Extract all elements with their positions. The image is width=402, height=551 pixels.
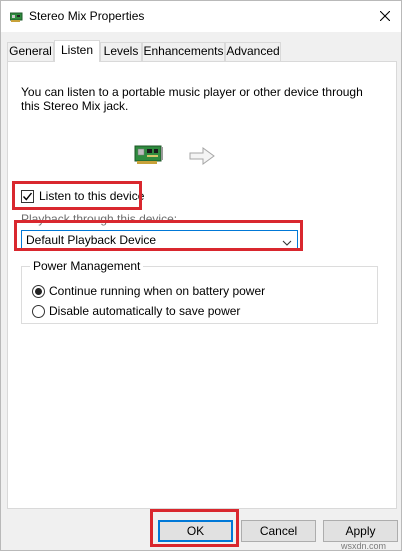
ok-button[interactable]: OK	[158, 520, 233, 542]
arrow-right-icon	[188, 146, 216, 166]
playback-device-select[interactable]: Default Playback Device	[21, 230, 298, 250]
listen-checkbox-label: Listen to this device	[39, 189, 145, 203]
tab-general[interactable]: General	[7, 42, 54, 61]
radio-button[interactable]	[32, 284, 45, 298]
sound-card-icon	[9, 11, 23, 22]
properties-dialog: Stereo Mix Properties General Listen Lev…	[0, 0, 402, 551]
tab-enhancements[interactable]: Enhancements	[142, 42, 225, 61]
watermark: wsxdn.com	[341, 541, 387, 551]
title-bar: Stereo Mix Properties	[1, 1, 401, 32]
listen-checkbox-row[interactable]: Listen to this device	[21, 186, 144, 206]
listen-panel: You can listen to a portable music playe…	[7, 61, 397, 509]
close-button[interactable]	[369, 1, 401, 32]
close-icon	[379, 10, 391, 24]
radio-label: Continue running when on battery power	[49, 284, 266, 298]
playback-label: Playback through this device:	[21, 212, 178, 226]
power-management-group: Power Management Continue running when o…	[21, 259, 378, 324]
power-management-title: Power Management	[30, 259, 144, 273]
listen-description: You can listen to a portable music playe…	[21, 85, 363, 113]
apply-button[interactable]: Apply	[323, 520, 398, 542]
radio-button[interactable]	[32, 304, 45, 318]
radio-disable-automatically[interactable]: Disable automatically to save power	[32, 303, 240, 319]
radio-selected-dot	[35, 287, 42, 295]
window-title: Stereo Mix Properties	[29, 9, 145, 23]
sound-card-icon	[134, 144, 164, 166]
tab-listen[interactable]: Listen	[54, 40, 100, 62]
checkmark-icon	[22, 192, 33, 201]
tab-strip: General Listen Levels Enhancements Advan…	[7, 40, 397, 62]
listen-checkbox[interactable]	[21, 189, 34, 203]
radio-label: Disable automatically to save power	[49, 304, 241, 318]
chevron-down-icon	[282, 236, 292, 246]
tab-advanced[interactable]: Advanced	[225, 42, 281, 61]
cancel-button[interactable]: Cancel	[241, 520, 316, 542]
playback-device-value: Default Playback Device	[26, 233, 157, 247]
tab-levels[interactable]: Levels	[100, 42, 142, 61]
radio-continue-running[interactable]: Continue running when on battery power	[32, 283, 265, 299]
